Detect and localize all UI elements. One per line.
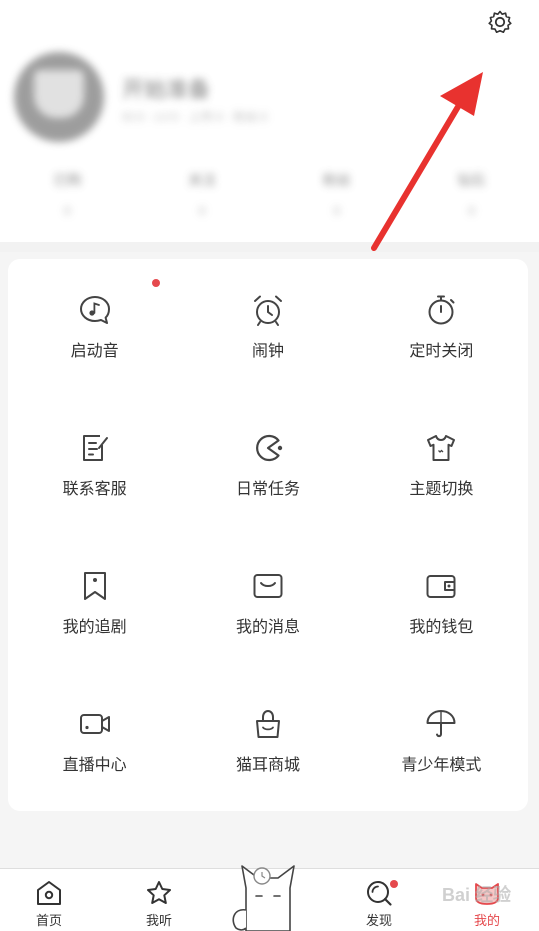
- menu-item-label: 我的钱包: [409, 619, 474, 636]
- menu-item-label: 定时关闭: [409, 343, 474, 360]
- user-meta: ID:0 · LV:0 · 上传:0 · 粉丝:0: [122, 110, 268, 124]
- settings-gear-icon[interactable]: [487, 9, 513, 35]
- stat-value: 0: [198, 204, 206, 218]
- tab-label: 发现: [365, 913, 392, 928]
- star-icon: [147, 881, 171, 904]
- stat-diamonds[interactable]: 钻石 0: [404, 170, 539, 230]
- menu-item-sleep-timer[interactable]: 定时关闭: [355, 259, 528, 397]
- stat-following[interactable]: 关注 0: [135, 170, 270, 230]
- menu-item-label: 青少年模式: [401, 757, 482, 774]
- stat-value: 0: [64, 204, 71, 218]
- notification-dot: [390, 880, 398, 888]
- shopping-bag-icon: [255, 709, 280, 738]
- menu-item-label: 猫耳商城: [235, 757, 300, 774]
- menu-item-alarm[interactable]: 闹钟: [181, 259, 354, 397]
- menu-item-label: 主题切换: [409, 481, 474, 498]
- menu-item-label: 直播中心: [62, 757, 127, 774]
- menu-grid: 启动音 闹钟 定时关闭 联系客服 日常任务 主题切换 我的追剧 我的消息 我的钱…: [8, 259, 528, 811]
- cat-mascot-icon[interactable]: [226, 858, 310, 931]
- menu-item-label: 启动音: [70, 343, 119, 360]
- video-camera-icon: [79, 714, 110, 734]
- stat-fans[interactable]: 粉丝 0: [270, 170, 405, 230]
- menu-item-label: 闹钟: [251, 343, 284, 360]
- profile-stats: 已购 0 关注 0 粉丝 0 钻石 0: [0, 170, 539, 230]
- stat-label: 关注: [188, 172, 217, 188]
- tab-label: 我的: [473, 913, 500, 928]
- cat-face-icon: [475, 883, 499, 905]
- tab-mine[interactable]: 我的: [452, 879, 522, 929]
- stat-label: 钻石: [457, 172, 486, 188]
- top-bar: [0, 0, 539, 42]
- alarm-clock-icon: [253, 295, 282, 326]
- menu-item-my-series[interactable]: 我的追剧: [8, 535, 181, 673]
- notification-dot: [152, 279, 160, 287]
- music-bubble-icon: [79, 296, 110, 324]
- stat-value: 0: [468, 204, 475, 218]
- menu-item-label: 我的追剧: [62, 619, 127, 636]
- profile-blur-layer: 开始准备 ID:0 · LV:0 · 上传:0 · 粉丝:0 已购 0 关注 0…: [0, 42, 539, 252]
- menu-item-daily-tasks[interactable]: 日常任务: [181, 397, 354, 535]
- bookmark-icon: [83, 572, 106, 600]
- stat-purchased[interactable]: 已购 0: [0, 170, 135, 230]
- menu-item-live-center[interactable]: 直播中心: [8, 673, 181, 811]
- tab-listening[interactable]: 我听: [124, 879, 194, 929]
- pacman-icon: [256, 434, 283, 462]
- avatar-image: [34, 70, 84, 118]
- home-icon: [37, 881, 61, 905]
- tshirt-icon: [427, 435, 456, 461]
- wallet-icon: [426, 575, 456, 598]
- menu-item-label: 日常任务: [235, 481, 300, 498]
- tab-discover[interactable]: 发现: [344, 879, 414, 929]
- discover-icon: [367, 881, 392, 906]
- profile-divider: [0, 242, 539, 252]
- menu-item-startup-sound[interactable]: 启动音: [8, 259, 181, 397]
- tab-label: 首页: [35, 913, 62, 928]
- timer-icon: [428, 295, 455, 325]
- menu-item-theme-switch[interactable]: 主题切换: [355, 397, 528, 535]
- stat-label: 粉丝: [322, 172, 351, 188]
- menu-item-label: 联系客服: [62, 481, 127, 498]
- menu-item-my-messages[interactable]: 我的消息: [181, 535, 354, 673]
- menu-item-cat-ear-mall[interactable]: 猫耳商城: [181, 673, 354, 811]
- message-icon: [253, 574, 283, 598]
- tab-label: 我听: [145, 913, 172, 928]
- edit-note-icon: [82, 435, 108, 461]
- tab-home[interactable]: 首页: [14, 879, 84, 929]
- menu-item-youth-mode[interactable]: 青少年模式: [355, 673, 528, 811]
- profile-card[interactable]: 开始准备 ID:0 · LV:0 · 上传:0 · 粉丝:0 已购 0 关注 0…: [0, 42, 539, 252]
- umbrella-icon: [426, 710, 456, 738]
- stat-value: 0: [333, 204, 341, 218]
- menu-item-label: 我的消息: [235, 619, 300, 636]
- user-name: 开始准备: [122, 77, 211, 102]
- menu-item-customer-service[interactable]: 联系客服: [8, 397, 181, 535]
- stat-label: 已购: [53, 172, 82, 188]
- menu-item-my-wallet[interactable]: 我的钱包: [355, 535, 528, 673]
